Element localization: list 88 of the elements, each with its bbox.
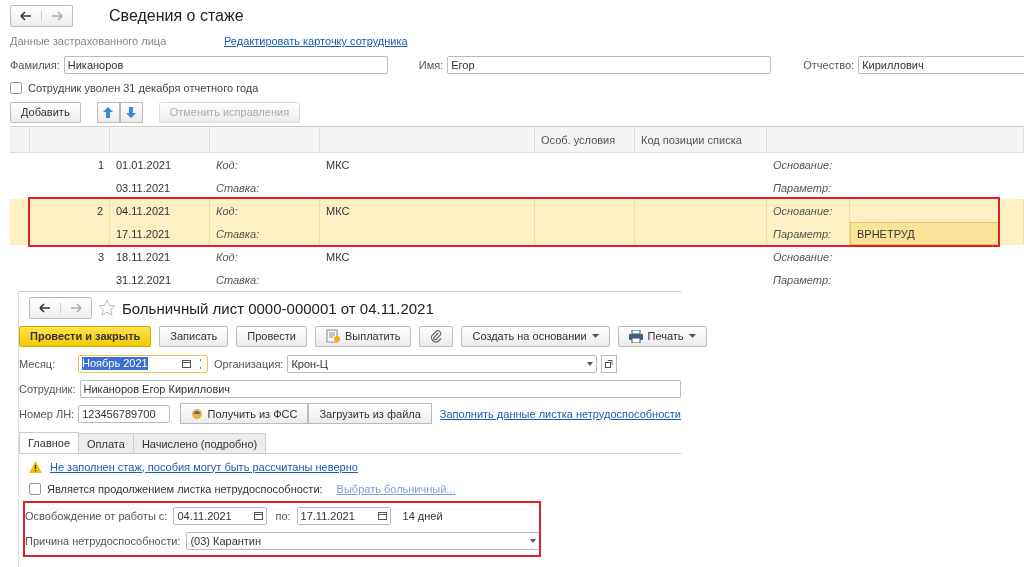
move-down-button[interactable]	[119, 101, 143, 123]
field-label: по:	[275, 509, 291, 522]
warning-link[interactable]: Не заполнен стаж, пособия могут быть рассчитаны неверно	[50, 460, 358, 473]
reason-field[interactable]: (03) Карантин	[186, 531, 540, 550]
toolbar-button[interactable]: Провести	[236, 325, 307, 347]
table-cell-text: 1	[96, 157, 105, 173]
fss-button[interactable]: Получить из ФСС	[179, 403, 309, 424]
field-label: Сотрудник:	[19, 382, 76, 395]
checkbox[interactable]	[29, 483, 41, 495]
pay-button[interactable]: Выплатить	[315, 325, 412, 347]
table-cell-text: 3	[96, 249, 105, 265]
create-based-on-button[interactable]: Создать на основании	[461, 325, 610, 347]
table-cell: Ставка:	[210, 222, 320, 245]
table-cell-text: 01.01.2021	[115, 157, 173, 173]
table-cell-text: Основание:	[772, 157, 834, 173]
star-icon[interactable]	[98, 299, 116, 317]
checkbox-label: Сотрудник уволен 31 декабря отчетного года	[28, 82, 259, 94]
dropdown-icon[interactable]	[530, 538, 536, 543]
print-button[interactable]: Печать	[617, 325, 707, 347]
date-field[interactable]: 04.11.2021	[173, 506, 268, 525]
load-file-button[interactable]: Загрузить из файла	[308, 403, 432, 424]
table-cell-text: 03.11.2021	[115, 180, 172, 196]
column-header: Код позиции списка	[635, 127, 767, 152]
edit-employee-link[interactable]: Редактировать карточку сотрудника	[224, 35, 408, 47]
field-label: Причина нетрудоспособности:	[25, 534, 181, 547]
table-cell-text: 18.11.2021	[115, 249, 172, 265]
dropdown-icon[interactable]	[587, 361, 594, 366]
add-button[interactable]: Добавить	[10, 101, 81, 123]
checkbox[interactable]	[10, 82, 22, 94]
tab[interactable]: Главное	[19, 432, 80, 453]
document-title: Больничный лист 0000-000001 от 04.11.2021	[122, 299, 434, 317]
section-label: Данные застрахованного лица	[10, 35, 168, 47]
field-label: Организация:	[214, 357, 284, 370]
table-row[interactable]: 3 18.11.2021 Код: МКС Основание:	[10, 245, 1024, 268]
navigation-buttons[interactable]	[10, 5, 73, 27]
date-field[interactable]: 17.11.2021	[296, 506, 391, 525]
arrow-up-icon	[103, 106, 114, 118]
days-count: 14 дней	[402, 509, 443, 522]
field-label: Номер ЛН:	[19, 407, 75, 420]
table-cell-text: 31.12.2021	[115, 272, 173, 288]
table-cell-text: Основание:	[772, 249, 834, 265]
table-cell-text: Ставка:	[215, 180, 261, 196]
navigation-buttons[interactable]	[29, 297, 92, 319]
month-field[interactable]: Ноябрь 2021	[78, 354, 208, 373]
arrow-down-icon	[126, 106, 137, 118]
column-header: Особ. условия	[535, 127, 635, 152]
calendar-icon[interactable]	[254, 511, 264, 520]
table-cell-text: МКС	[325, 157, 351, 173]
name-field[interactable]: Егор	[447, 56, 772, 74]
table-cell-text: Код:	[215, 249, 239, 265]
table-cell-text: МКС	[325, 249, 351, 265]
calendar-icon[interactable]	[377, 511, 387, 520]
post-and-close-button[interactable]: Провести и закрыть	[19, 325, 152, 347]
toolbar-button[interactable]: Записать	[159, 325, 229, 347]
caret-icon	[688, 334, 696, 338]
warning-icon	[29, 460, 42, 473]
sick-note-number-field[interactable]: 123456789700	[78, 404, 170, 423]
document-coin-icon	[326, 329, 340, 343]
name-field[interactable]: Никаноров	[63, 56, 388, 74]
field-label: Месяц:	[19, 357, 57, 370]
table-cell[interactable]: ВРНЕТРУД	[850, 222, 1000, 245]
move-up-button[interactable]	[96, 101, 120, 123]
page-title: Сведения о стаже	[109, 7, 244, 25]
tab[interactable]: Начислено (подробно)	[132, 433, 267, 453]
checkbox-label: Является продолжением листка нетрудоспособности:	[47, 483, 323, 495]
paperclip-icon	[430, 329, 443, 343]
name-field[interactable]: Кириллович	[858, 56, 1024, 74]
attach-button[interactable]	[419, 325, 454, 347]
organization-field[interactable]: Крон-Ц	[287, 354, 598, 373]
spin-icon[interactable]	[197, 356, 204, 371]
calendar-icon[interactable]	[182, 359, 191, 368]
table-cell-text: Ставка:	[215, 272, 261, 288]
tab[interactable]: Оплата	[78, 433, 134, 453]
employee-field[interactable]: Никаноров Егор Кириллович	[79, 379, 681, 398]
table-cell: 17.11.2021	[110, 222, 210, 245]
emblem-icon	[190, 407, 203, 420]
table-cell-text: Параметр:	[772, 180, 833, 196]
caret-icon	[591, 334, 599, 338]
fill-data-link[interactable]: Заполнить данные листка нетрудоспособности	[439, 407, 681, 420]
open-icon[interactable]	[601, 354, 618, 373]
printer-icon	[628, 329, 643, 343]
table-cell-text: Параметр:	[772, 272, 833, 288]
field-label: Фамилия:	[10, 59, 60, 71]
field-label: Отчество:	[803, 59, 855, 71]
field-label: Освобождение от работы с:	[25, 509, 168, 522]
table-cell-text: Код:	[215, 157, 239, 173]
field-label: Имя:	[418, 59, 444, 71]
table-row[interactable]: 1 01.01.2021 Код: МКС Основание:	[10, 153, 1024, 176]
